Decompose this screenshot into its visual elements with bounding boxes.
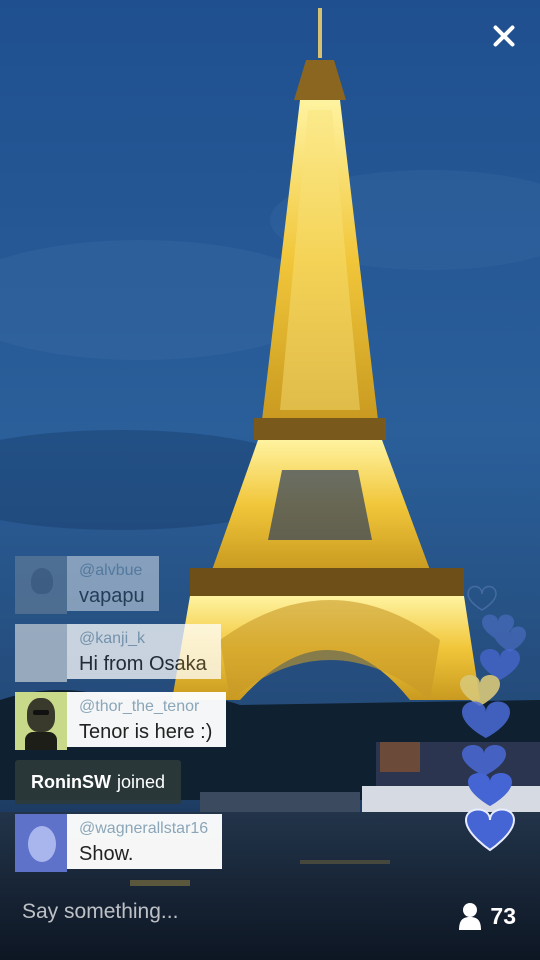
comment-item: @kanji_k Hi from Osaka [15,624,221,682]
heart-icon [480,649,520,680]
comment-handle: @thor_the_tenor [79,698,200,715]
comment-bubble: @wagnerallstar16 Show. [67,814,223,869]
person-icon [459,903,482,930]
heart-icon [482,614,526,652]
close-button[interactable] [488,20,520,52]
heart-icon [462,701,510,776]
comment-handle: @kanji_k [79,630,146,647]
comment-bubble: @alvbue vapapu [67,556,159,611]
hearts-stream [450,580,540,860]
comment-bubble: @thor_the_tenor Tenor is here :) [67,692,227,747]
comment-text: Tenor is here :) [79,721,213,743]
comment-text: Hi from Osaka [79,653,207,675]
comment-text: Show. [79,843,134,865]
joined-user-name: RoninSW [31,771,111,792]
comment-item: @alvbue vapapu [15,556,159,614]
avatar [15,624,67,682]
viewer-count[interactable]: 73 [458,902,516,930]
comment-handle: @alvbue [79,562,143,579]
comment-item: @wagnerallstar16 Show. [15,814,223,872]
avatar [15,814,67,872]
hearts-graphic [460,585,526,852]
heart-icon [464,808,516,852]
comment-bubble: @kanji_k Hi from Osaka [67,624,221,679]
viewer-count-value: 73 [490,902,516,929]
heart-icon [467,585,497,611]
joined-label: joined [116,771,166,792]
heart-icon [468,773,512,806]
comment-item: @thor_the_tenor Tenor is here :) [15,692,227,750]
heart-icon [460,675,500,706]
comment-text: vapapu [79,585,145,607]
comment-input[interactable]: Say something... [22,900,178,924]
avatar [15,692,67,750]
comment-handle: @wagnerallstar16 [79,820,209,837]
avatar [15,556,67,614]
join-notification: RoninSW joined [15,760,182,804]
